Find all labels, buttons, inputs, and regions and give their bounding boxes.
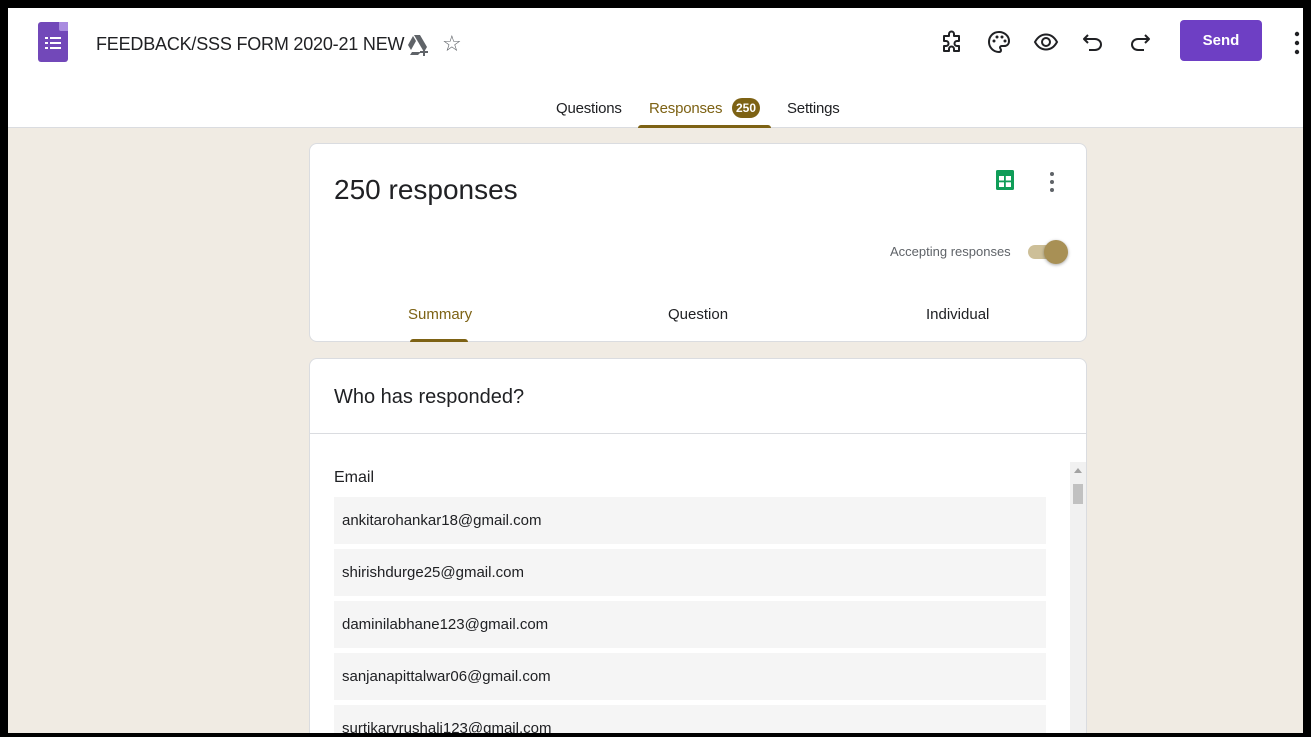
eye-icon[interactable] <box>1032 28 1060 56</box>
subtab-individual[interactable]: Individual <box>926 306 989 323</box>
subtab-summary[interactable]: Summary <box>408 306 472 323</box>
redo-icon[interactable] <box>1126 28 1154 56</box>
header-bar: FEEDBACK/SSS FORM 2020-21 NEW ☆ Send Que… <box>8 8 1303 128</box>
send-button[interactable]: Send <box>1180 20 1262 61</box>
who-responded-card: Who has responded? Email ankitarohankar1… <box>309 358 1087 733</box>
email-list: ankitarohankar18@gmail.com shirishdurge2… <box>334 497 1046 733</box>
google-sheets-icon[interactable] <box>996 170 1014 190</box>
palette-icon[interactable] <box>985 28 1013 56</box>
list-item: surtikarvrushali123@gmail.com <box>334 705 1046 733</box>
email-column-header: Email <box>334 469 375 486</box>
accepting-responses-toggle[interactable] <box>1026 240 1068 264</box>
google-forms-icon[interactable] <box>38 22 68 62</box>
list-item: ankitarohankar18@gmail.com <box>334 497 1046 544</box>
active-subtab-indicator <box>410 339 468 342</box>
undo-icon[interactable] <box>1079 28 1107 56</box>
form-title[interactable]: FEEDBACK/SSS FORM 2020-21 NEW <box>96 34 404 55</box>
accepting-responses-label: Accepting responses <box>890 244 1011 259</box>
tab-questions[interactable]: Questions <box>556 100 622 117</box>
tab-responses[interactable]: Responses <box>649 100 722 117</box>
active-tab-indicator <box>638 125 771 128</box>
responses-summary-card: 250 responses Accepting responses Summar… <box>309 143 1087 342</box>
tab-settings[interactable]: Settings <box>787 100 840 117</box>
responses-count-badge: 250 <box>732 98 760 118</box>
star-icon[interactable]: ☆ <box>442 33 462 55</box>
more-vert-icon[interactable] <box>1292 28 1302 58</box>
scroll-up-arrow-icon[interactable] <box>1074 468 1082 473</box>
subtab-question[interactable]: Question <box>668 306 728 323</box>
email-list-scrollbar[interactable] <box>1070 462 1086 733</box>
form-tabs: Questions Responses 250 Settings <box>8 96 1303 128</box>
list-item: shirishdurge25@gmail.com <box>334 549 1046 596</box>
list-item: sanjanapittalwar06@gmail.com <box>334 653 1046 700</box>
scroll-thumb[interactable] <box>1073 484 1083 504</box>
who-responded-header: Who has responded? <box>310 359 1086 434</box>
who-responded-title: Who has responded? <box>334 386 525 408</box>
list-item: daminilabhane123@gmail.com <box>334 601 1046 648</box>
add-to-drive-icon[interactable] <box>406 34 430 56</box>
app-window: FEEDBACK/SSS FORM 2020-21 NEW ☆ Send Que… <box>8 8 1303 733</box>
puzzle-icon[interactable] <box>938 28 966 56</box>
response-count-title: 250 responses <box>334 174 518 205</box>
card-more-vert-icon[interactable] <box>1048 170 1056 194</box>
